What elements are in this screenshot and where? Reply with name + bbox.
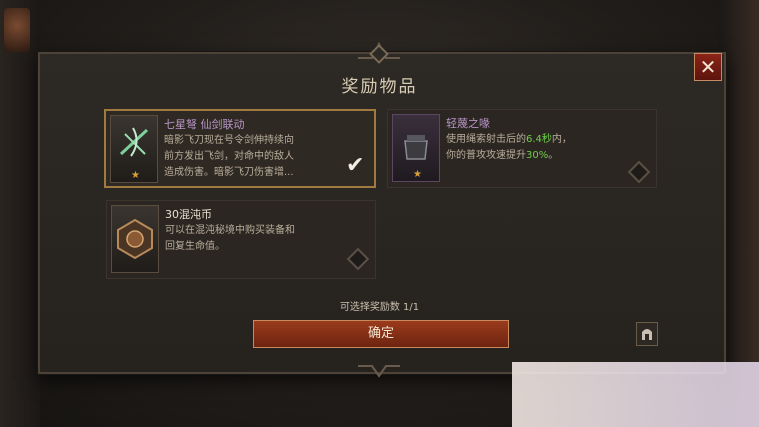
close-icon: ✕: [699, 55, 717, 79]
reward-card-1[interactable]: ★ 七星弩 仙剑联动 暗影飞刀现在号令剑伸持续向 前方发出飞剑，对命中的敌人 造…: [104, 109, 376, 188]
reward-name: 七星弩 仙剑联动: [164, 118, 245, 131]
crossbow-icon: ★: [110, 115, 158, 183]
select-diamond-icon: [346, 247, 370, 271]
bottom-ornament-icon: [358, 365, 400, 378]
close-button[interactable]: ✕: [694, 53, 722, 81]
gauntlet-icon: ★: [392, 114, 440, 182]
star-icon: ★: [131, 170, 140, 181]
helmet-icon: [642, 329, 652, 340]
star-icon: ★: [413, 169, 422, 180]
top-ornament-icon: [358, 41, 400, 64]
dialog-title: 奖励物品: [341, 77, 418, 97]
background-left: [0, 0, 40, 427]
reward-name: 轻蔑之喙: [446, 117, 490, 130]
reward-description: 使用绳索射击后的6.4秒内， 你的普攻攻速提升30%。: [446, 134, 572, 161]
reward-description: 可以在混沌秘境中购买装备和 回复生命值。: [165, 225, 295, 252]
background-avatar: [4, 8, 30, 52]
select-diamond-icon: [627, 160, 651, 184]
chaos-coin-icon: [111, 205, 159, 273]
helmet-button[interactable]: [636, 322, 658, 346]
confirm-button[interactable]: 确定: [253, 320, 509, 348]
reward-description: 暗影飞刀现在号令剑伸持续向 前方发出飞剑，对命中的敌人 造成伤害。暗影飞刀伤害增…: [164, 135, 294, 178]
reward-name: 30混沌币: [165, 208, 212, 221]
watermark-logo: [512, 362, 759, 427]
selection-count: 可选择奖励数 1/1: [339, 302, 420, 313]
reward-card-3[interactable]: 30混沌币 可以在混沌秘境中购买装备和 回复生命值。: [106, 200, 376, 279]
reward-card-2[interactable]: ★ 轻蔑之喙 使用绳索射击后的6.4秒内， 你的普攻攻速提升30%。: [387, 109, 657, 188]
checkmark-icon: ✔: [346, 153, 365, 178]
